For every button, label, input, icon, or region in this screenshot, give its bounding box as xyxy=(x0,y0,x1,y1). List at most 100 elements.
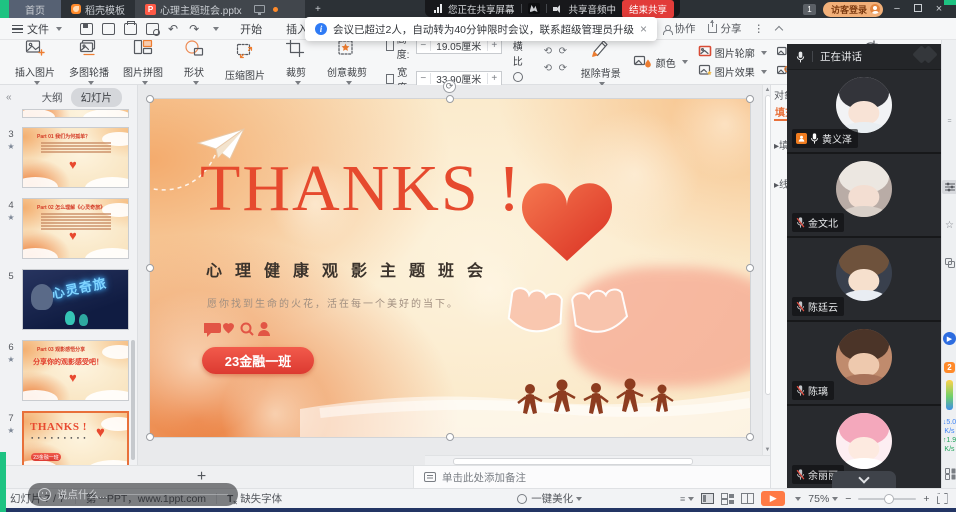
thumbnail-slide-2-partial[interactable] xyxy=(0,109,137,119)
notification-count-badge[interactable]: 2 xyxy=(942,362,956,373)
notes-bar[interactable]: 单击此处添加备注 xyxy=(413,465,770,488)
thumbnails-scrollbar[interactable] xyxy=(131,340,135,460)
thumbnail-slide-6[interactable]: 6★Part 03 观影感悟分享分享你的观影感受吧！♥ xyxy=(0,340,137,406)
thumbnail-slide-4[interactable]: 4★Part 02 怎么理解《心灵奇旅》♥ xyxy=(0,198,137,264)
tab-slides[interactable]: 幻灯片 xyxy=(71,88,123,107)
danmaku-placeholder: 说点什么... xyxy=(57,487,108,502)
selection-handle-n[interactable] xyxy=(446,95,454,103)
share-button[interactable]: 分享 xyxy=(708,21,742,36)
new-tab-button[interactable]: + xyxy=(305,0,331,18)
slide-editor[interactable]: THANKS ! 心理健康观影主题班会 愿你找到生命的火花，活在每一个美好的当下… xyxy=(150,99,750,437)
class-badge[interactable]: 23金融一班 xyxy=(202,347,314,374)
selection-handle-se[interactable] xyxy=(746,433,754,441)
collab-button[interactable]: 协作 xyxy=(663,21,696,36)
zoom-in-button[interactable]: + xyxy=(923,493,929,505)
view-sorter-button[interactable] xyxy=(721,493,734,504)
slide-canvas[interactable]: THANKS ! 心理健康观影主题班会 愿你找到生命的火花，活在每一个美好的当下… xyxy=(138,85,770,455)
print-preview-icon[interactable] xyxy=(146,23,159,35)
play-caret-icon[interactable] xyxy=(795,497,801,501)
participant-金文北[interactable]: 金文北 xyxy=(787,154,941,238)
assistant-float-icon[interactable]: ▶ xyxy=(942,332,956,345)
tab-docer[interactable]: 稻壳模板 xyxy=(61,0,135,18)
notification-close-button[interactable]: × xyxy=(640,22,647,36)
selection-handle-nw[interactable] xyxy=(146,95,154,103)
ribbon-collage-button[interactable]: 图片拼图 xyxy=(116,40,170,84)
slide-number: 6 xyxy=(4,342,18,353)
emoji-icon[interactable] xyxy=(38,488,51,501)
thumbnail-slide-5[interactable]: 5心灵奇旅 xyxy=(0,269,137,335)
output-icon[interactable] xyxy=(102,23,115,35)
stop-share-button[interactable]: 结束共享 xyxy=(622,0,674,18)
thumbnail-slide-3[interactable]: 3★Part 01 我们为何孤单？♥ xyxy=(0,127,137,193)
participant-陈璃[interactable]: 陈璃 xyxy=(787,322,941,406)
properties-panel-sliver[interactable]: 对象 填充 ▸填充 ▸线条 xyxy=(770,85,787,488)
ribbon-compress-button[interactable]: 压缩图片 xyxy=(218,40,272,84)
compress-icon xyxy=(235,42,255,65)
star-icon[interactable]: ☆ xyxy=(942,220,956,231)
ribbon-crop-button[interactable]: 裁剪 xyxy=(272,40,320,84)
restore-button[interactable] xyxy=(911,3,925,15)
zoom-knob[interactable] xyxy=(884,494,894,504)
view-normal-button[interactable] xyxy=(701,493,714,504)
ribbon-insert-image-button[interactable]: 插入图片 xyxy=(8,40,62,84)
zoom-percent[interactable]: 75% xyxy=(808,493,838,505)
heart-in-hands-graphic[interactable] xyxy=(502,161,632,371)
ribbon-carousel-button[interactable]: 多图轮播 xyxy=(62,40,116,84)
ribbon-shape-button[interactable]: 形状 xyxy=(170,40,218,84)
toolbar-caret-icon[interactable] xyxy=(213,27,219,31)
thumbnail-slide-7[interactable]: 7★THANKS !● ● ● ● ● ● ● ● ●♥23金融一班 xyxy=(0,411,137,465)
props-fill-tab[interactable]: 填充 xyxy=(774,104,787,121)
participant-黄义泽[interactable]: 黄义泽 xyxy=(787,70,941,154)
redo-icon[interactable]: ↷ xyxy=(189,22,201,36)
slideshow-play-button[interactable]: ▶ xyxy=(761,491,785,506)
flip-v-button[interactable]: ⟳ xyxy=(556,63,570,79)
selection-handle-w[interactable] xyxy=(146,264,154,272)
undo-icon[interactable]: ↶ xyxy=(168,22,180,36)
menu-tab-0[interactable]: 开始 xyxy=(229,18,273,40)
panel-collapse-chevron[interactable] xyxy=(832,471,896,488)
participant-陈廷云[interactable]: 陈廷云 xyxy=(787,238,941,322)
slide-title[interactable]: THANKS ! xyxy=(200,151,522,227)
save-icon[interactable] xyxy=(80,23,93,35)
width-value[interactable]: 33.90厘米 xyxy=(431,71,487,86)
view-reading-button[interactable] xyxy=(741,493,754,504)
ribbon-matting-button[interactable]: 抠除背景 xyxy=(574,40,628,84)
avatar xyxy=(836,329,892,385)
display-options-button[interactable]: ≡ xyxy=(680,494,694,504)
fit-screen-icon[interactable] xyxy=(937,493,948,504)
selection-handle-ne[interactable] xyxy=(746,95,754,103)
file-menu[interactable]: 文件 xyxy=(0,21,70,37)
slide-tagline[interactable]: 愿你找到生命的火花，活在每一个美好的当下。 xyxy=(207,295,459,310)
ribbon-effects-button[interactable]: 图片效果 xyxy=(698,64,767,79)
ribbon-color-button[interactable]: 颜色 xyxy=(633,54,688,71)
zoom-out-button[interactable]: − xyxy=(845,493,851,505)
ribbon-creative-crop-button[interactable]: 创意裁剪 xyxy=(320,40,374,84)
print-icon[interactable] xyxy=(124,23,137,35)
selection-handle-sw[interactable] xyxy=(146,433,154,441)
tab-outline[interactable]: 大纲 xyxy=(42,90,63,105)
rotate-left-90-button[interactable]: ⟲ xyxy=(541,46,555,62)
slide-subtitle[interactable]: 心理健康观影主题班会 xyxy=(206,257,496,281)
ribbon-outline-button[interactable]: 图片轮廓 xyxy=(698,45,767,60)
props-row-line[interactable]: ▸线条 xyxy=(771,174,787,191)
minimize-button[interactable]: − xyxy=(890,3,904,15)
collapse-ribbon-icon[interactable] xyxy=(775,26,783,34)
rotate-handle[interactable]: ⟳ xyxy=(443,80,456,93)
guest-login-button[interactable]: 访客登录 xyxy=(823,2,883,17)
props-row-fill[interactable]: ▸填充 xyxy=(771,135,787,152)
properties-icon[interactable] xyxy=(942,180,956,194)
tab-home[interactable]: 首页 xyxy=(9,0,61,18)
drag-handle-icon: = xyxy=(942,118,956,125)
zoom-slider[interactable] xyxy=(858,498,916,500)
beautify-button[interactable]: 一键美化 xyxy=(507,491,592,506)
rotate-right-90-button[interactable]: ⟳ xyxy=(556,46,570,62)
selection-handle-s[interactable] xyxy=(446,433,454,441)
panel-collapse-button[interactable]: « xyxy=(6,92,12,103)
flip-h-button[interactable]: ⟲ xyxy=(541,63,555,79)
grid-icon[interactable] xyxy=(942,468,956,478)
selection-handle-e[interactable] xyxy=(746,264,754,272)
tab-document[interactable]: P 心理主题班会.pptx xyxy=(135,0,305,18)
danmaku-input[interactable]: 说点什么... xyxy=(28,483,238,506)
more-menu-button[interactable]: ⋮ xyxy=(754,23,765,35)
shapes-icon[interactable] xyxy=(942,258,956,268)
